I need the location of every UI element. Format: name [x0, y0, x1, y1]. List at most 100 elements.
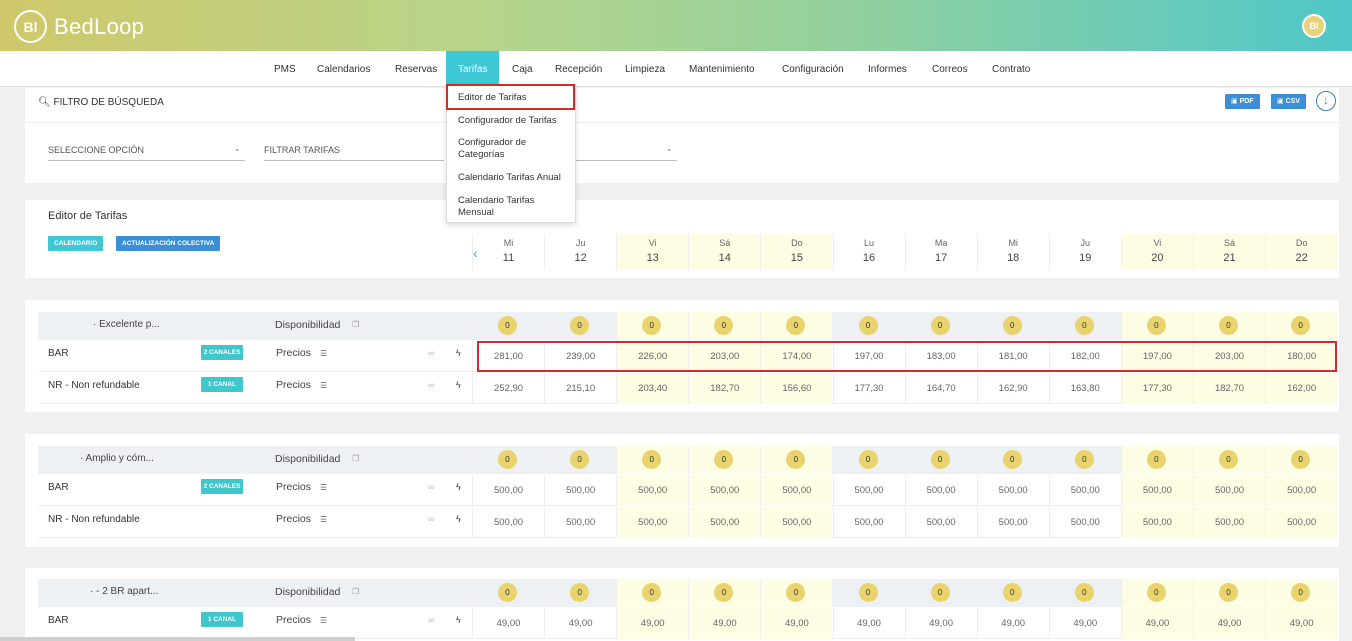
price-cell[interactable]: 500,00: [1048, 507, 1121, 538]
price-cell[interactable]: 162,90: [976, 373, 1049, 404]
price-cell[interactable]: 49,00: [904, 608, 977, 639]
availability-badge[interactable]: 0: [1146, 583, 1166, 602]
dropdown-item[interactable]: Configurador de Tarifas: [458, 115, 573, 127]
price-cell[interactable]: 500,00: [1265, 507, 1338, 538]
price-cell[interactable]: 500,00: [616, 507, 689, 538]
list-icon[interactable]: ☰: [320, 616, 327, 625]
price-cell[interactable]: 500,00: [760, 507, 833, 538]
price-cell[interactable]: 182,70: [688, 373, 761, 404]
bolt-icon[interactable]: ϟ: [456, 348, 461, 358]
availability-badge[interactable]: 0: [570, 583, 590, 602]
price-cell[interactable]: 500,00: [1265, 475, 1338, 506]
price-cell[interactable]: 203,40: [616, 373, 689, 404]
price-cell[interactable]: 500,00: [976, 475, 1049, 506]
channel-badge[interactable]: 2 CANALES: [201, 345, 243, 360]
bolt-icon[interactable]: ϟ: [456, 615, 461, 625]
availability-badge[interactable]: 0: [1291, 316, 1311, 335]
nav-item-calendarios[interactable]: Calendarios: [305, 51, 382, 87]
price-cell[interactable]: 500,00: [904, 475, 977, 506]
csv-button[interactable]: ▣ CSV: [1271, 94, 1306, 109]
nav-item-contrato[interactable]: Contrato: [980, 51, 1042, 87]
list-icon[interactable]: ☰: [320, 515, 327, 524]
price-cell[interactable]: 500,00: [688, 475, 761, 506]
price-cell[interactable]: 182,70: [1193, 373, 1265, 404]
availability-badge[interactable]: 0: [1074, 316, 1094, 335]
price-cell[interactable]: 500,00: [1120, 475, 1193, 506]
nav-item-correos[interactable]: Correos: [920, 51, 980, 87]
availability-badge[interactable]: 0: [1074, 450, 1094, 469]
price-cell[interactable]: 49,00: [1193, 608, 1265, 639]
price-cell[interactable]: 500,00: [1193, 475, 1265, 506]
channel-badge[interactable]: 1 CANAL: [201, 612, 243, 627]
link-icon[interactable]: ∞: [428, 380, 434, 390]
availability-badge[interactable]: 0: [1002, 450, 1022, 469]
price-cell[interactable]: 49,00: [832, 608, 905, 639]
price-cell[interactable]: 500,00: [1120, 507, 1193, 538]
link-icon[interactable]: ∞: [428, 615, 434, 625]
availability-badge[interactable]: 0: [930, 450, 950, 469]
calendar-button[interactable]: CALENDARIO: [48, 236, 104, 251]
dropdown-item[interactable]: Configurador de Categorías: [458, 137, 538, 161]
extra-select[interactable]: ⌄: [576, 143, 677, 161]
price-cell[interactable]: 49,00: [472, 608, 544, 639]
price-cell[interactable]: 162,00: [1265, 373, 1338, 404]
availability-badge[interactable]: 0: [498, 450, 517, 469]
price-cell[interactable]: 49,00: [616, 608, 689, 639]
availability-badge[interactable]: 0: [570, 316, 590, 335]
price-cell[interactable]: 215,10: [544, 373, 616, 404]
price-cell[interactable]: 500,00: [832, 507, 905, 538]
pdf-button[interactable]: ▣ PDF: [1225, 94, 1260, 109]
price-cell[interactable]: 500,00: [472, 507, 544, 538]
availability-badge[interactable]: 0: [1291, 450, 1311, 469]
bolt-icon[interactable]: ϟ: [456, 514, 461, 524]
price-cell[interactable]: 500,00: [616, 475, 689, 506]
price-cell[interactable]: 500,00: [976, 507, 1049, 538]
price-cell[interactable]: 500,00: [688, 507, 761, 538]
avatar[interactable]: Bl: [1302, 14, 1326, 38]
availability-badge[interactable]: 0: [1146, 316, 1166, 335]
bolt-icon[interactable]: ϟ: [456, 380, 461, 390]
nav-item-recepción[interactable]: Recepción: [543, 51, 614, 87]
download-icon[interactable]: ↓: [1316, 91, 1336, 111]
dropdown-item[interactable]: Calendario Tarifas Anual: [458, 172, 573, 184]
price-cell[interactable]: 164,70: [904, 373, 977, 404]
availability-badge[interactable]: 0: [858, 450, 878, 469]
availability-badge[interactable]: 0: [1219, 583, 1238, 602]
price-cell[interactable]: 252,90: [472, 373, 544, 404]
price-cell[interactable]: 49,00: [544, 608, 616, 639]
availability-badge[interactable]: 0: [1219, 316, 1238, 335]
bulk-update-button[interactable]: ACTUALIZACIÓN COLECTIVA: [116, 236, 221, 251]
availability-badge[interactable]: 0: [1291, 583, 1311, 602]
availability-badge[interactable]: 0: [858, 316, 878, 335]
channel-badge[interactable]: 2 CANALES: [201, 479, 243, 494]
link-icon[interactable]: ∞: [428, 514, 434, 524]
horizontal-scrollbar[interactable]: [0, 637, 355, 641]
availability-badge[interactable]: 0: [858, 583, 878, 602]
price-cell[interactable]: 49,00: [1120, 608, 1193, 639]
nav-item-caja[interactable]: Caja: [500, 51, 545, 87]
availability-badge[interactable]: 0: [1219, 450, 1238, 469]
availability-badge[interactable]: 0: [498, 583, 517, 602]
option-select[interactable]: SELECCIONE OPCIÓN ⌄: [48, 143, 245, 161]
dropdown-item[interactable]: Calendario Tarifas Mensual: [458, 195, 538, 219]
nav-item-configuración[interactable]: Configuración: [770, 51, 856, 87]
price-cell[interactable]: 49,00: [760, 608, 833, 639]
link-icon[interactable]: ∞: [428, 348, 434, 358]
price-cell[interactable]: 49,00: [688, 608, 761, 639]
nav-item-mantenimiento[interactable]: Mantenimiento: [677, 51, 767, 87]
availability-badge[interactable]: 0: [570, 450, 590, 469]
nav-item-reservas[interactable]: Reservas: [383, 51, 449, 87]
copy-icon[interactable]: ❐: [352, 320, 359, 329]
channel-badge[interactable]: 1 CANAL: [201, 377, 243, 392]
price-cell[interactable]: 163,80: [1048, 373, 1121, 404]
price-cell[interactable]: 156,60: [760, 373, 833, 404]
price-cell[interactable]: 49,00: [976, 608, 1049, 639]
price-cell[interactable]: 500,00: [832, 475, 905, 506]
nav-item-informes[interactable]: Informes: [856, 51, 919, 87]
price-cell[interactable]: 500,00: [760, 475, 833, 506]
price-cell[interactable]: 49,00: [1265, 608, 1338, 639]
list-icon[interactable]: ☰: [320, 483, 327, 492]
list-icon[interactable]: ☰: [320, 349, 327, 358]
list-icon[interactable]: ☰: [320, 381, 327, 390]
price-cell[interactable]: 500,00: [472, 475, 544, 506]
